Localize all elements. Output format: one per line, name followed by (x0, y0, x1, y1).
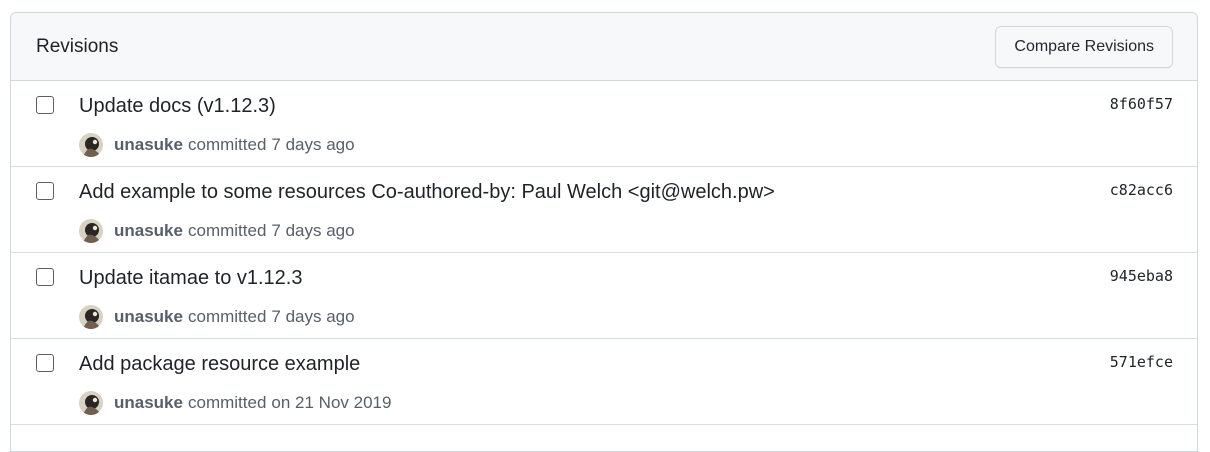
author-link[interactable]: unasuke (114, 393, 183, 413)
commit-meta: unasuke committed 7 days ago (79, 133, 355, 157)
committed-label: committed (187, 221, 267, 240)
commit-sha-link[interactable]: 571efce (1110, 353, 1173, 371)
revisions-panel: Revisions Compare Revisions Update docs … (10, 12, 1198, 452)
commit-sha-link[interactable]: 8f60f57 (1110, 95, 1173, 113)
commit-message: Add package resource example (79, 353, 361, 375)
commit-meta: unasuke committed on 21 Nov 2019 (79, 391, 391, 415)
commit-date: 7 days ago (271, 307, 355, 326)
commit-date: 7 days ago (271, 135, 355, 154)
avatar[interactable] (79, 305, 103, 329)
commit-meta: unasuke committed 7 days ago (79, 219, 355, 243)
commit-message: Add example to some resources Co-authore… (79, 181, 775, 203)
committed-label: committed (187, 135, 267, 154)
revision-checkbox[interactable] (36, 268, 54, 286)
revision-checkbox[interactable] (36, 354, 54, 372)
commit-meta: unasuke committed 7 days ago (79, 305, 355, 329)
author-link[interactable]: unasuke (114, 135, 183, 155)
commit-sha-link[interactable]: 945eba8 (1110, 267, 1173, 285)
commit-date: 7 days ago (271, 221, 355, 240)
revision-row: Add package resource example 571efce una… (11, 339, 1197, 425)
commit-message: Update itamae to v1.12.3 (79, 267, 303, 289)
author-link[interactable]: unasuke (114, 307, 183, 327)
revisions-title: Revisions (36, 35, 119, 57)
avatar[interactable] (79, 133, 103, 157)
commit-message: Update docs (v1.12.3) (79, 95, 276, 117)
avatar[interactable] (79, 219, 103, 243)
revisions-header: Revisions Compare Revisions (11, 13, 1197, 81)
avatar[interactable] (79, 391, 103, 415)
revisions-list: Update docs (v1.12.3) 8f60f57 unasuke co… (11, 81, 1197, 425)
revision-checkbox[interactable] (36, 182, 54, 200)
revision-row: Add example to some resources Co-authore… (11, 167, 1197, 253)
revision-row: Update itamae to v1.12.3 945eba8 unasuke… (11, 253, 1197, 339)
commit-date: on 21 Nov 2019 (271, 393, 392, 412)
author-link[interactable]: unasuke (114, 221, 183, 241)
committed-label: committed (187, 393, 267, 412)
committed-label: committed (187, 307, 267, 326)
compare-revisions-button[interactable]: Compare Revisions (995, 25, 1173, 68)
commit-sha-link[interactable]: c82acc6 (1110, 181, 1173, 199)
revision-row: Update docs (v1.12.3) 8f60f57 unasuke co… (11, 81, 1197, 167)
revision-checkbox[interactable] (36, 96, 54, 114)
